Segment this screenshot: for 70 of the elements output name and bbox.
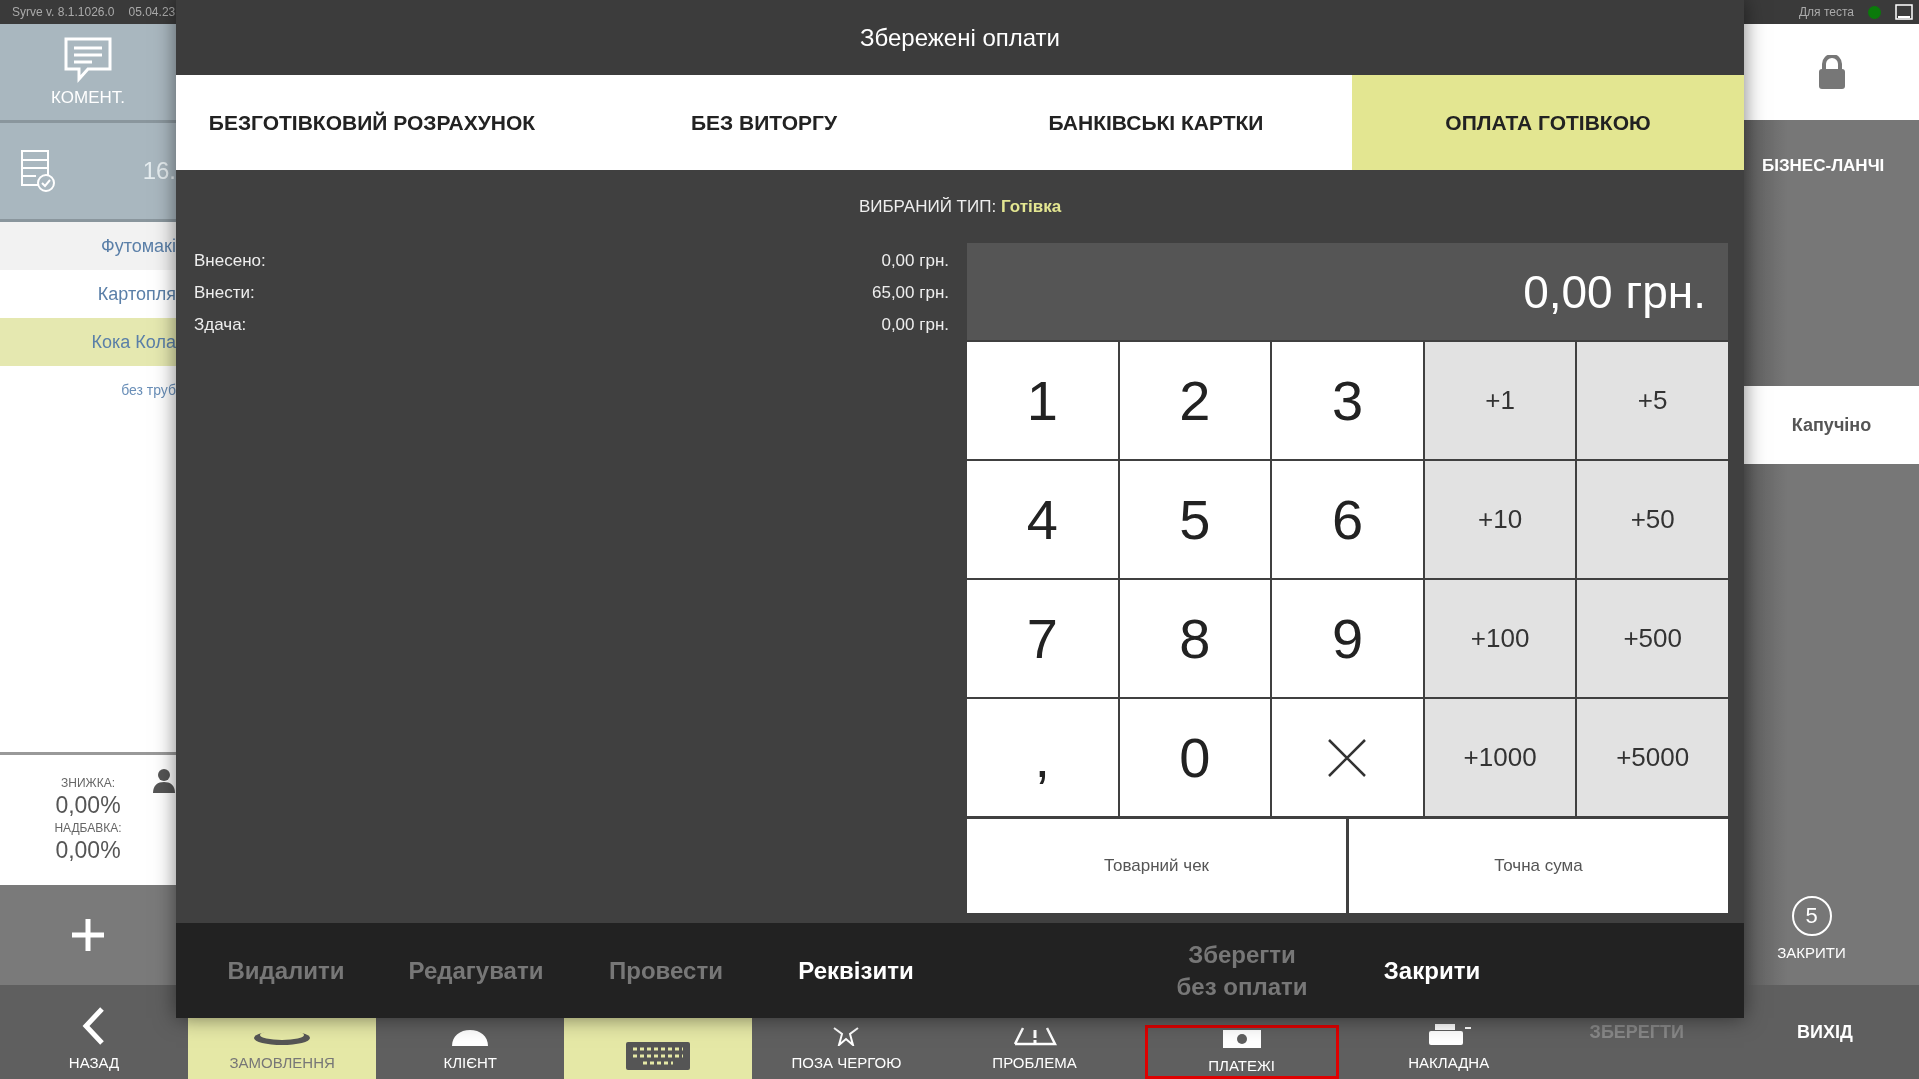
summary-label: Внести: — [194, 283, 255, 303]
keypad-key[interactable]: 7 — [967, 580, 1118, 697]
version-label: Syrve v. 8.1.1026.0 — [12, 5, 115, 19]
summary-label: Внесено: — [194, 251, 266, 271]
nav-button[interactable]: ПРОБЛЕМА — [940, 985, 1129, 1079]
keypad-key[interactable]: 2 — [1119, 342, 1271, 459]
terminal-label: Для теста — [1798, 5, 1854, 19]
order-item[interactable]: Футомакі — [0, 222, 176, 270]
keypad-key[interactable]: 5 — [1119, 461, 1271, 578]
keypad-key[interactable]: +1 — [1424, 342, 1576, 459]
nav-button[interactable]: НАЗАД — [0, 985, 189, 1079]
clear-icon — [1327, 737, 1368, 778]
comment-icon — [62, 36, 114, 84]
keypad-key[interactable]: 9 — [1272, 580, 1423, 697]
payment-tab[interactable]: БЕЗГОТІВКОВИЙ РОЗРАХУНОК — [176, 75, 568, 170]
plus-icon — [70, 917, 106, 953]
summary-label: Здача: — [194, 315, 247, 335]
keypad-key[interactable]: +5000 — [1577, 699, 1728, 816]
selected-type-text: ВИБРАНИЙ ТИП: Готівка — [858, 196, 1062, 217]
amount-display: 0,00 грн. — [1523, 264, 1706, 319]
keypad-key[interactable]: 8 — [1119, 580, 1271, 697]
close-count-badge: 5 — [1791, 896, 1832, 936]
payment-tab[interactable]: БАНКІВСЬКІ КАРТКИ — [960, 75, 1352, 170]
dialog-title: Збережені оплати — [176, 0, 1744, 75]
order-item[interactable]: Картопля — [0, 270, 176, 318]
keypad-key[interactable]: +1000 — [1424, 699, 1576, 816]
keypad-key[interactable]: 0 — [1119, 699, 1271, 816]
nav-button[interactable]: ПЛАТЕЖІ — [1144, 1025, 1339, 1079]
summary-value: 65,00 грн. — [871, 283, 949, 303]
action-button[interactable]: Реквізити — [761, 954, 951, 987]
checklist-icon — [20, 149, 56, 193]
keypad-key[interactable]: +50 — [1577, 461, 1728, 578]
discount-value: 0,00% — [55, 792, 121, 819]
payment-tab[interactable]: БЕЗ ВИТОРГУ — [568, 75, 960, 170]
keypad-key[interactable]: +100 — [1424, 580, 1576, 697]
modifier-label: без труб — [121, 382, 176, 398]
order-time: 16. — [142, 157, 176, 185]
minimize-icon[interactable] — [1895, 4, 1913, 20]
discount-label: ЗНИЖКА: — [61, 776, 115, 790]
summary-value: 0,00 грн. — [881, 315, 949, 335]
date-label: 05.04.23 — [128, 5, 176, 19]
printer-icon — [1426, 1024, 1471, 1046]
keypad-key[interactable]: , — [967, 699, 1118, 816]
nav-button[interactable]: ВИХІД — [1730, 985, 1919, 1079]
lock-button[interactable] — [1744, 24, 1919, 120]
payment-tab[interactable]: ОПЛАТА ГОТІВКОЮ — [1352, 75, 1744, 170]
markup-value: 0,00% — [55, 837, 121, 864]
markup-label: НАДБАВКА: — [54, 821, 122, 835]
receipt-button[interactable]: Товарний чек — [967, 819, 1346, 913]
keypad-key[interactable]: 4 — [967, 461, 1118, 578]
category-button[interactable]: БІЗНЕС-ЛАНЧІ — [1744, 120, 1919, 216]
cash-icon — [1221, 1029, 1262, 1049]
keypad-key[interactable]: 6 — [1272, 461, 1423, 578]
nav-button[interactable]: НАКЛАДНА — [1354, 985, 1543, 1079]
nav-button[interactable]: КЛІЄНТ — [376, 985, 565, 1079]
lock-icon — [1817, 55, 1846, 89]
back-icon — [82, 1006, 107, 1046]
keyboard-icon — [625, 1041, 692, 1071]
summary-value: 0,00 грн. — [881, 251, 949, 271]
action-button[interactable]: Закрити — [1337, 954, 1527, 987]
receipt-button[interactable]: Точна сума — [1349, 819, 1728, 913]
close-label[interactable]: ЗАКРИТИ — [1777, 944, 1846, 961]
keypad-key[interactable]: +500 — [1577, 580, 1728, 697]
nav-button[interactable]: ПОЗА ЧЕРГОЮ — [752, 985, 941, 1079]
keypad-key[interactable]: 3 — [1272, 342, 1423, 459]
keypad-key[interactable]: +5 — [1577, 342, 1728, 459]
product-button[interactable]: Капучіно — [1744, 386, 1919, 464]
keypad-key[interactable]: 1 — [967, 342, 1118, 459]
keypad-key[interactable]: +10 — [1424, 461, 1576, 578]
warning-icon — [1012, 1026, 1057, 1046]
